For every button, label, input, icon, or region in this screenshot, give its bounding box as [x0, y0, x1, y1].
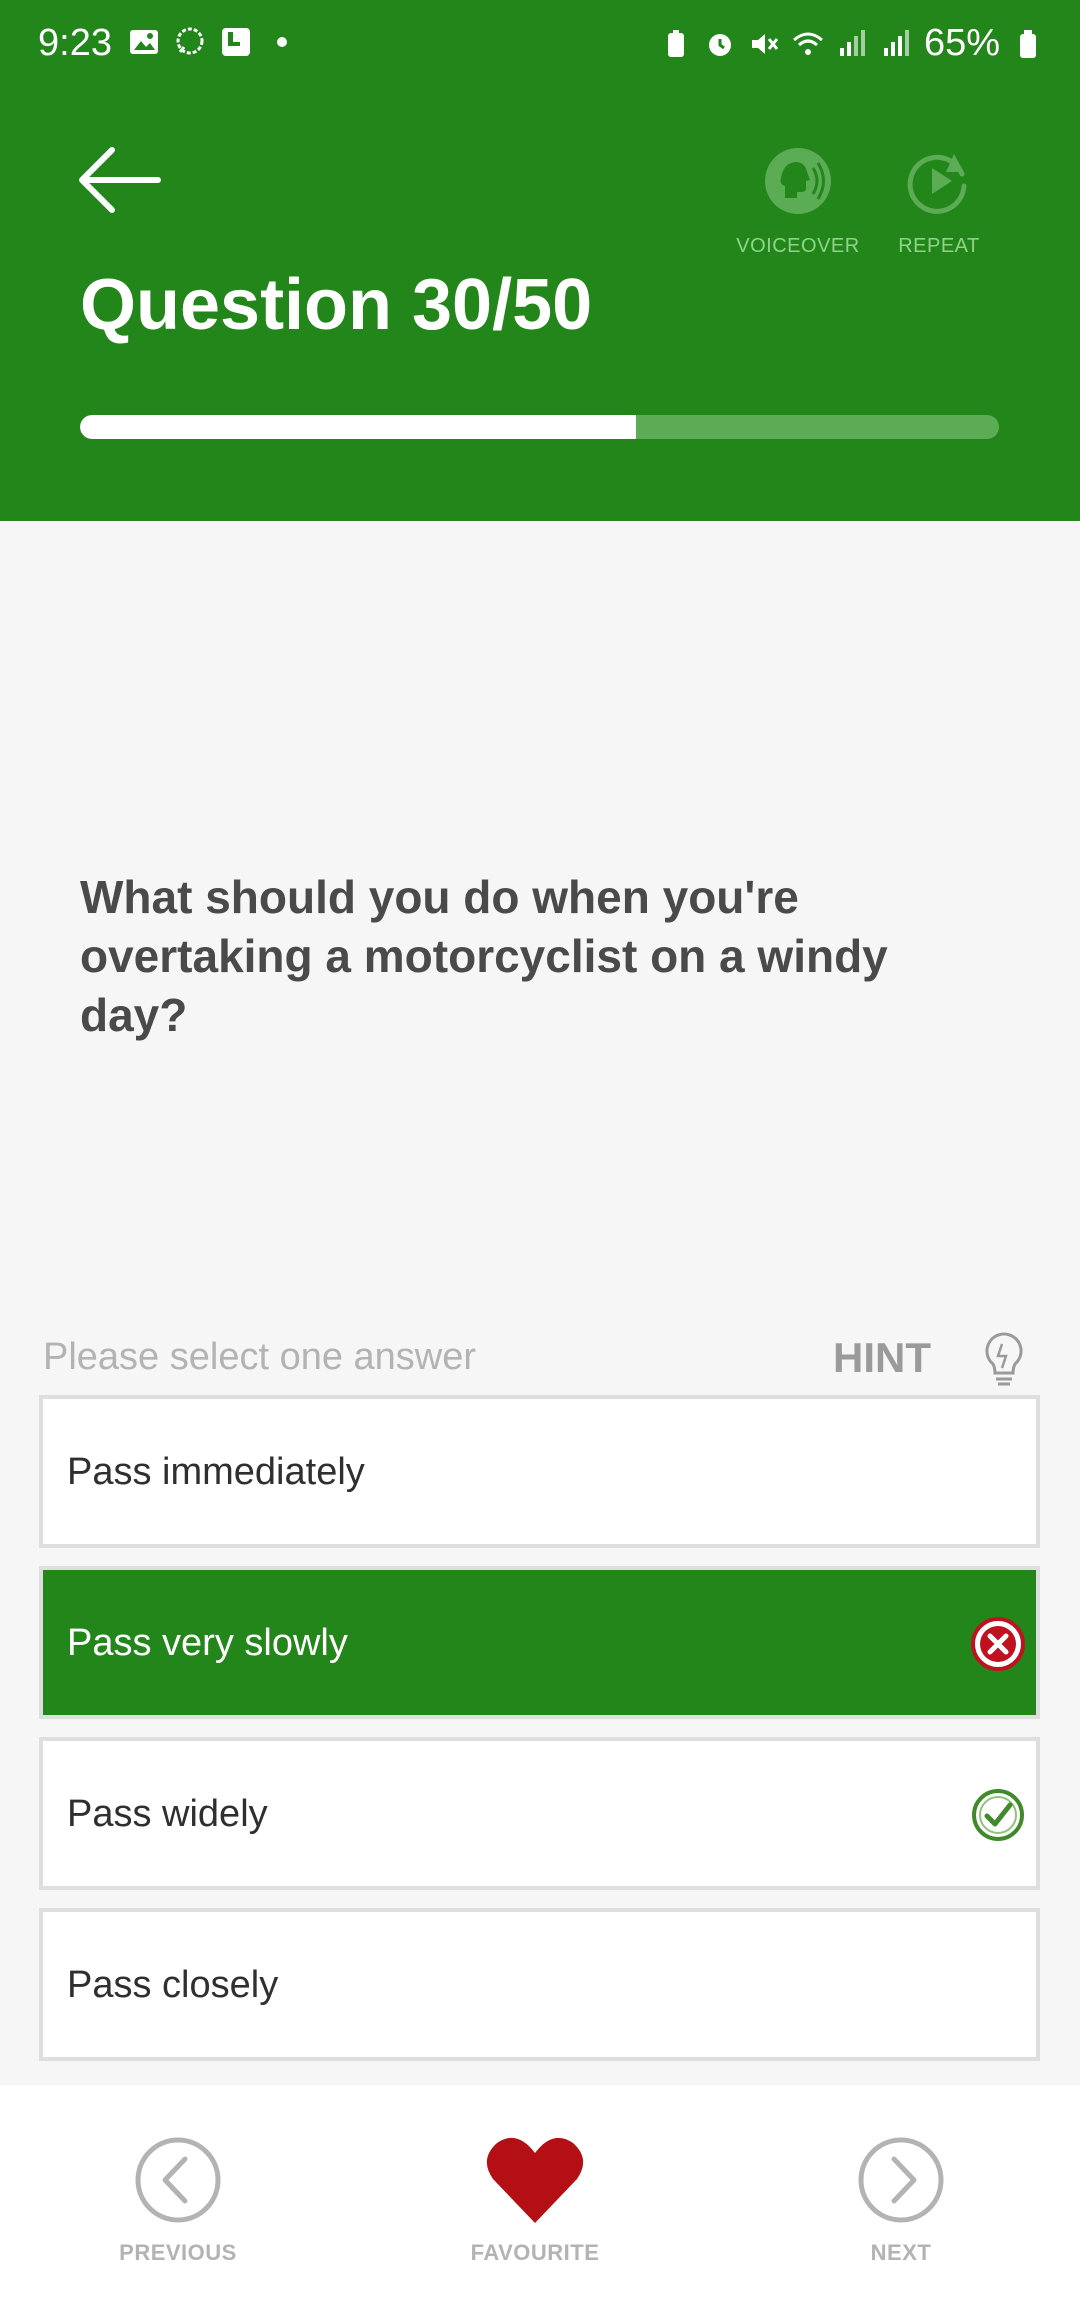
- hint-button[interactable]: HINT: [833, 1334, 931, 1382]
- correct-answer-icon: [972, 1789, 1024, 1841]
- favourite-button[interactable]: FAVOURITE: [435, 2135, 635, 2266]
- app-header: VOICEOVER REPEAT Question 30/50: [0, 94, 1080, 521]
- answer-label: Pass immediately: [67, 1451, 365, 1493]
- voiceover-icon: [765, 148, 831, 214]
- previous-label: PREVIOUS: [119, 2240, 237, 2265]
- battery-percent: 65%: [923, 22, 1000, 64]
- gallery-icon: [130, 30, 158, 54]
- answer-option-3[interactable]: Pass widely: [39, 1737, 1040, 1890]
- next-label: NEXT: [870, 2240, 932, 2265]
- favourite-label: FAVOURITE: [470, 2240, 600, 2265]
- battery-saver-icon: [667, 29, 684, 57]
- chevron-left-icon: [135, 2137, 221, 2223]
- status-bar: 9:23 65%: [0, 0, 1080, 94]
- answer-option-1[interactable]: Pass immediately: [39, 1395, 1040, 1548]
- signal-icon-2: [883, 29, 909, 56]
- wifi-icon: [792, 32, 823, 55]
- question-text: What should you do when you're overtakin…: [80, 871, 888, 1041]
- battery-icon: [1020, 29, 1036, 58]
- answer-option-4[interactable]: Pass closely: [39, 1908, 1040, 2061]
- voiceover-label: VOICEOVER: [736, 235, 860, 257]
- wrong-answer-icon: [971, 1617, 1025, 1671]
- voiceover-button[interactable]: VOICEOVER: [728, 146, 868, 258]
- app-notification-icon: [222, 28, 250, 56]
- lightbulb-icon[interactable]: [980, 1330, 1028, 1390]
- signal-icon: [839, 29, 865, 56]
- back-arrow-icon[interactable]: [76, 140, 166, 220]
- question-counter-title: Question 30/50: [80, 265, 593, 345]
- bottom-navigation: PREVIOUS FAVOURITE NEXT: [0, 2085, 1080, 2316]
- progress-fill: [80, 415, 636, 439]
- heart-icon: [486, 2137, 584, 2223]
- chat-icon: [176, 27, 204, 55]
- status-time: 9:23: [38, 22, 112, 64]
- answer-list: Pass immediately Pass very slowly Pass w…: [39, 1395, 1040, 2079]
- status-right-icons: 65%: [660, 22, 1044, 65]
- repeat-icon: [907, 154, 967, 214]
- next-button[interactable]: NEXT: [801, 2135, 1001, 2266]
- alarm-icon: [708, 33, 731, 56]
- select-answer-prompt: Please select one answer: [43, 1336, 477, 1378]
- chevron-right-icon: [858, 2137, 944, 2223]
- answer-label: Pass very slowly: [67, 1622, 348, 1664]
- answer-label: Pass closely: [67, 1964, 279, 2006]
- answer-label: Pass widely: [67, 1793, 268, 1835]
- previous-button[interactable]: PREVIOUS: [78, 2135, 278, 2266]
- answer-option-2[interactable]: Pass very slowly: [39, 1566, 1040, 1719]
- dot-icon: [277, 37, 287, 47]
- mute-icon: [751, 33, 779, 54]
- repeat-button[interactable]: REPEAT: [869, 146, 1009, 258]
- status-left-icons: [128, 26, 298, 58]
- progress-bar: [80, 415, 999, 439]
- repeat-label: REPEAT: [898, 235, 980, 257]
